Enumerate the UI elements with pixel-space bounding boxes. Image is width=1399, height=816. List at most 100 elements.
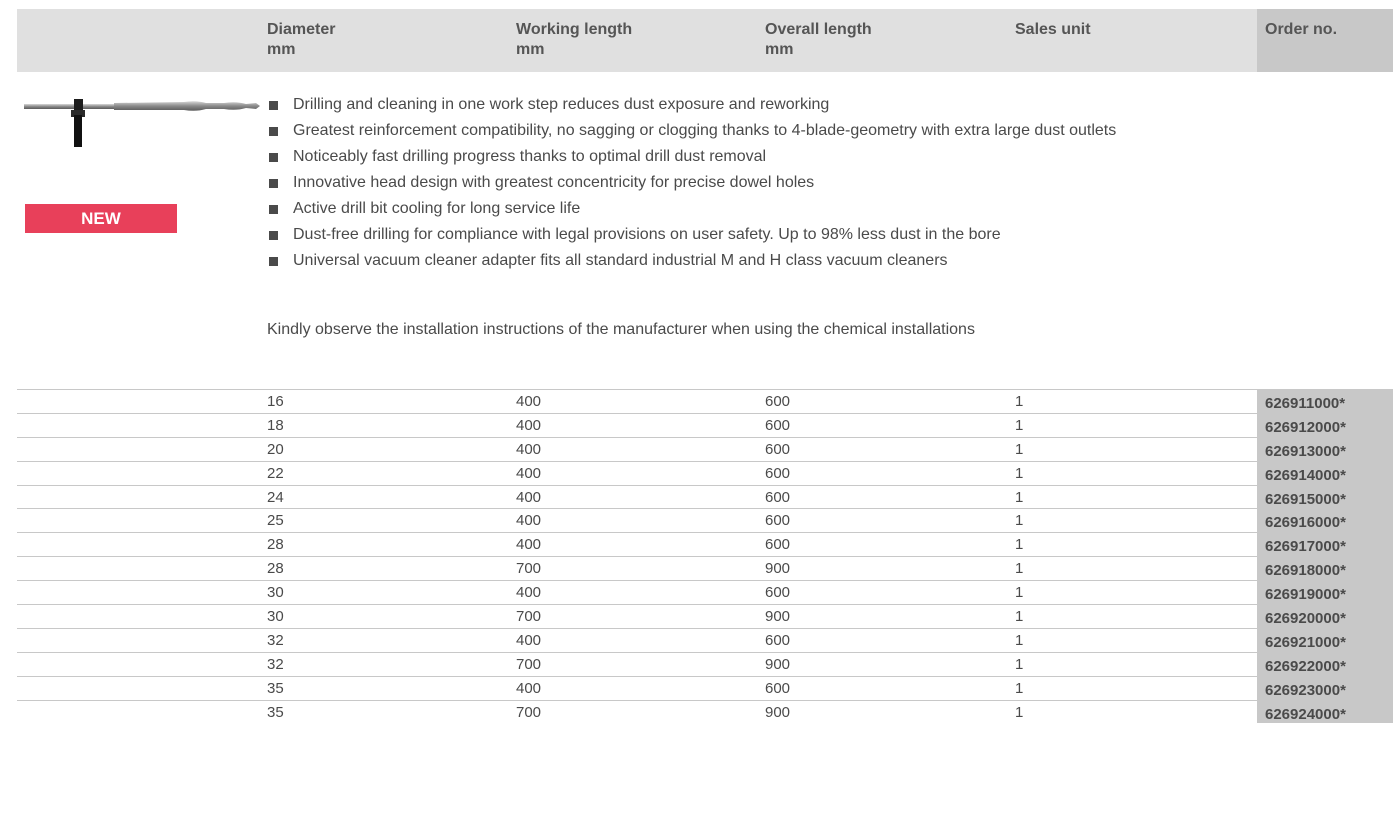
cell-overall-length: 600 [765,464,791,482]
cell-diameter: 24 [267,488,284,506]
cell-overall-length: 600 [765,536,791,554]
cell-diameter: 22 [267,464,284,482]
header-order-no: Order no. [1265,20,1337,40]
header-sales-unit: Sales unit [1015,20,1091,40]
bullet-icon [269,101,278,110]
cell-order-no[interactable]: 626913000* [1265,443,1346,460]
cell-overall-length: 600 [765,416,791,434]
cell-diameter: 20 [267,440,284,458]
cell-sales-unit: 1 [1015,393,1024,410]
cell-working-length: 700 [516,703,542,721]
cell-diameter: 30 [267,608,284,626]
cell-working-length: 700 [516,608,542,626]
cell-order-no[interactable]: 626915000* [1265,491,1346,508]
bullet-icon [269,153,278,162]
table-row: 16 400 600 1 626911000* [17,389,1393,413]
cell-diameter: 32 [267,655,284,673]
feature-text: Active drill bit cooling for long servic… [293,200,581,217]
cell-working-length: 400 [516,512,542,530]
header-diameter: Diameter mm [267,20,335,60]
cell-sales-unit: 1 [1015,608,1024,626]
cell-sales-unit: 1 [1015,440,1024,458]
cell-sales-unit: 1 [1015,631,1024,649]
cell-sales-unit: 1 [1015,560,1024,578]
cell-order-no[interactable]: 626918000* [1265,562,1346,579]
cell-overall-length: 600 [765,393,791,410]
feature-text: Dust-free drilling for compliance with l… [293,226,1001,243]
cell-diameter: 35 [267,679,284,697]
list-item: Dust-free drilling for compliance with l… [267,225,1267,245]
header-diameter-label: Diameter [267,21,336,38]
header-overall-length: Overall length mm [765,20,872,60]
header-order-label: Order no. [1265,21,1338,38]
cell-overall-length: 900 [765,560,791,578]
cell-sales-unit: 1 [1015,464,1024,482]
feature-text: Drilling and cleaning in one work step r… [293,96,830,113]
cell-sales-unit: 1 [1015,416,1024,434]
table-row: 25 400 600 1 626916000* [17,508,1393,533]
header-overall-unit: mm [765,41,794,58]
feature-text: Universal vacuum cleaner adapter fits al… [293,252,948,269]
table-row: 18 400 600 1 626912000* [17,412,1393,437]
cell-sales-unit: 1 [1015,703,1024,721]
feature-text: Innovative head design with greatest con… [293,174,815,191]
cell-sales-unit: 1 [1015,679,1024,697]
list-item: Drilling and cleaning in one work step r… [267,95,1267,115]
feature-text: Noticeably fast drilling progress thanks… [293,148,767,165]
list-item: Innovative head design with greatest con… [267,173,1267,193]
order-header-bg [1257,9,1393,72]
cell-sales-unit: 1 [1015,512,1024,530]
list-item: Noticeably fast drilling progress thanks… [267,147,1267,167]
cell-sales-unit: 1 [1015,655,1024,673]
cell-overall-length: 600 [765,488,791,506]
cell-working-length: 400 [516,679,542,697]
cell-overall-length: 900 [765,703,791,721]
bullet-icon [269,179,278,188]
cell-order-no[interactable]: 626920000* [1265,610,1346,627]
cell-order-no[interactable]: 626912000* [1265,419,1346,436]
cell-working-length: 400 [516,536,542,554]
cell-diameter: 25 [267,512,284,530]
table-row: 35 700 900 1 626924000* [17,699,1393,724]
cell-working-length: 400 [516,464,542,482]
cell-order-no[interactable]: 626917000* [1265,538,1346,555]
cell-overall-length: 600 [765,584,791,602]
cell-diameter: 32 [267,631,284,649]
cell-order-no[interactable]: 626921000* [1265,634,1346,651]
cell-order-no[interactable]: 626911000* [1265,395,1345,412]
cell-working-length: 400 [516,584,542,602]
bullet-icon [269,205,278,214]
table-row: 30 400 600 1 626919000* [17,580,1393,605]
product-table: 16 400 600 1 626911000* 18 400 600 1 626… [17,389,1393,724]
drill-bit-image [24,99,260,147]
cell-order-no[interactable]: 626924000* [1265,706,1346,723]
cell-diameter: 35 [267,703,284,721]
bullet-icon [269,231,278,240]
cell-order-no[interactable]: 626916000* [1265,514,1346,531]
cell-diameter: 28 [267,560,284,578]
header-working-label: Working length [516,21,633,38]
table-row: 28 400 600 1 626917000* [17,532,1393,557]
cell-diameter: 16 [267,393,284,410]
bullet-icon [269,127,278,136]
new-badge: NEW [25,204,177,233]
table-header [17,9,1257,72]
table-row: 30 700 900 1 626920000* [17,604,1393,628]
cell-overall-length: 600 [765,631,791,649]
list-item: Universal vacuum cleaner adapter fits al… [267,251,1267,271]
list-item: Greatest reinforcement compatibility, no… [267,121,1173,141]
cell-working-length: 700 [516,655,542,673]
cell-order-no[interactable]: 626922000* [1265,658,1346,675]
feature-list: Drilling and cleaning in one work step r… [267,95,1267,277]
table-row: 35 400 600 1 626923000* [17,675,1393,700]
cell-order-no[interactable]: 626914000* [1265,467,1346,484]
cell-sales-unit: 1 [1015,488,1024,506]
cell-working-length: 400 [516,416,542,434]
cell-overall-length: 900 [765,608,791,626]
cell-order-no[interactable]: 626919000* [1265,586,1346,603]
table-row: 20 400 600 1 626913000* [17,436,1393,461]
cell-working-length: 700 [516,560,542,578]
bullet-icon [269,257,278,266]
cell-diameter: 30 [267,584,284,602]
cell-order-no[interactable]: 626923000* [1265,682,1346,699]
